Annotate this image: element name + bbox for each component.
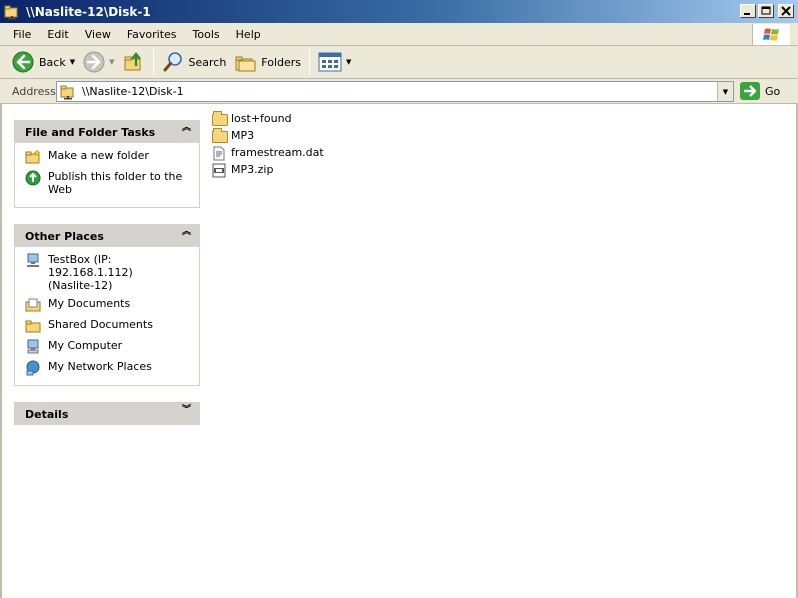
title-bar[interactable]: \\Naslite-12\Disk-1 [0,0,798,23]
standard-toolbar: Back ▼ ▼ Search Folders ▼ [0,46,798,79]
forward-button[interactable]: ▼ [79,48,118,76]
new-folder-icon [25,149,41,165]
publish-folder-link[interactable]: Publish this folder to the Web [25,170,189,196]
windows-logo-icon [752,24,790,45]
minimize-button[interactable] [740,4,756,18]
back-label: Back [39,55,66,69]
menu-view[interactable]: View [78,26,118,43]
place-network-places-link[interactable]: My Network Places [25,360,189,376]
collapse-icon[interactable]: ︽ [182,228,191,237]
views-button[interactable]: ▼ [314,48,355,76]
explorer-content: File and Folder Tasks ︽ Make a new folde… [0,104,798,598]
list-item[interactable]: lost+found [212,110,324,127]
views-icon [318,52,342,72]
search-label: Search [188,55,227,69]
collapse-icon[interactable]: ︽ [182,124,191,133]
task-label: Make a new folder [48,149,149,162]
data-file-icon [212,146,228,160]
views-dropdown-icon[interactable]: ▼ [346,58,351,66]
place-label: My Network Places [48,360,152,373]
go-arrow-icon [740,82,760,100]
place-my-documents-link[interactable]: My Documents [25,297,189,313]
menu-favorites[interactable]: Favorites [120,26,184,43]
file-name: MP3.zip [231,163,274,176]
place-label: TestBox (IP: 192.168.1.112) (Naslite-12) [48,253,133,292]
toolbar-separator [152,49,154,75]
task-pane: File and Folder Tasks ︽ Make a new folde… [2,104,212,598]
folders-button[interactable]: Folders [230,48,305,76]
back-button[interactable]: Back ▼ [8,48,79,76]
window-title: \\Naslite-12\Disk-1 [26,4,151,19]
search-button[interactable]: Search [158,48,231,76]
details-panel: Details ︾ [14,402,200,425]
file-list: lost+found MP3 framestream.dat MP3.zip [212,110,324,178]
forward-dropdown-icon[interactable]: ▼ [109,58,114,66]
address-value: \\Naslite-12\Disk-1 [82,85,184,98]
file-folder-tasks-header[interactable]: File and Folder Tasks ︽ [15,121,199,143]
network-places-icon [25,360,41,376]
expand-icon[interactable]: ︾ [182,406,191,415]
folders-label: Folders [261,55,302,69]
menu-help[interactable]: Help [229,26,268,43]
details-header[interactable]: Details ︾ [15,403,199,425]
restore-icon [761,6,771,15]
panel-title: Details [25,407,69,421]
folders-icon [235,56,256,72]
file-name: framestream.dat [231,146,324,159]
file-name: lost+found [231,112,292,125]
list-item[interactable]: MP3.zip [212,161,324,178]
menu-bar: File Edit View Favorites Tools Help [0,23,798,46]
make-new-folder-link[interactable]: Make a new folder [25,149,189,165]
menu-file[interactable]: File [6,26,38,43]
list-item[interactable]: MP3 [212,127,324,144]
place-shared-documents-link[interactable]: Shared Documents [25,318,189,334]
my-computer-icon [25,339,41,355]
back-dropdown-icon[interactable]: ▼ [70,58,75,66]
file-name: MP3 [231,129,255,142]
address-bar: Address \\Naslite-12\Disk-1 ▼ Go [0,79,798,104]
publish-web-icon [25,170,41,186]
place-label: My Computer [48,339,123,352]
search-icon [163,52,182,72]
panel-title: Other Places [25,229,104,243]
address-label: Address [12,84,56,98]
list-item[interactable]: framestream.dat [212,144,324,161]
network-computer-icon [25,253,41,269]
menu-edit[interactable]: Edit [40,26,75,43]
my-documents-icon [25,297,41,313]
file-folder-tasks-panel: File and Folder Tasks ︽ Make a new folde… [14,120,200,208]
menu-tools[interactable]: Tools [186,26,227,43]
place-my-computer-link[interactable]: My Computer [25,339,189,355]
shared-documents-icon [25,318,41,334]
place-label: My Documents [48,297,131,310]
folder-icon [212,110,228,126]
place-testbox-link[interactable]: TestBox (IP: 192.168.1.112) (Naslite-12) [25,253,189,292]
close-icon [781,6,791,16]
restore-button[interactable] [758,4,774,18]
other-places-header[interactable]: Other Places ︽ [15,225,199,247]
back-arrow-icon [12,51,34,73]
network-folder-icon [60,85,74,99]
panel-title: File and Folder Tasks [25,125,156,139]
folder-icon [212,127,228,143]
address-dropdown-button[interactable]: ▼ [717,82,733,101]
minimize-icon [744,13,750,15]
place-label: Shared Documents [48,318,153,331]
task-label: Publish this folder to the Web [48,170,183,196]
go-button[interactable]: Go [740,82,780,100]
network-folder-icon [4,4,20,20]
other-places-panel: Other Places ︽ TestBox (IP: 192.168.1.11… [14,224,200,386]
toolbar-separator [309,49,311,75]
up-folder-button[interactable] [119,48,149,76]
go-label: Go [765,84,781,98]
close-button[interactable] [778,4,794,18]
up-folder-icon [124,52,141,71]
address-field[interactable]: \\Naslite-12\Disk-1 ▼ [56,81,734,102]
chevron-down-icon: ▼ [722,87,729,96]
zip-file-icon [212,163,228,177]
forward-arrow-icon [83,51,105,73]
